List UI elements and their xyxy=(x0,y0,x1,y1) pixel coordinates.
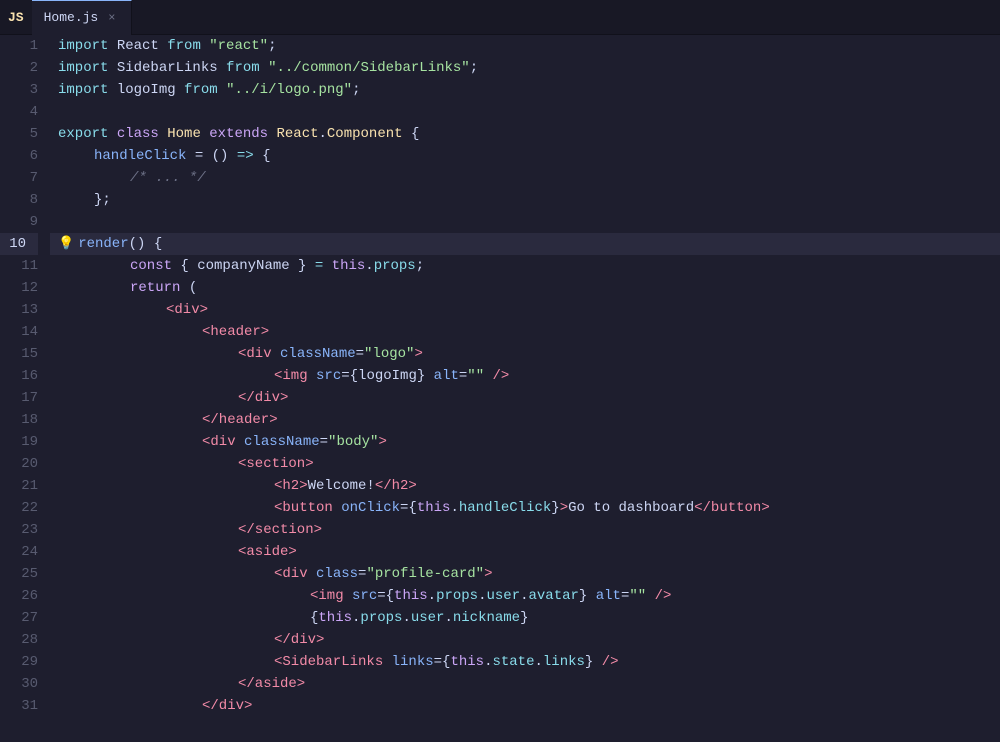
line-numbers: 1 2 3 4 5 6 7 8 9 10 11 12 13 14 15 16 1… xyxy=(0,35,50,742)
code-line-8: }; xyxy=(50,189,1000,211)
line-num-5: 5 xyxy=(0,123,38,145)
line-num-6: 6 xyxy=(0,145,38,167)
line-num-7: 7 xyxy=(0,167,38,189)
file-tab[interactable]: Home.js × xyxy=(32,0,133,35)
code-line-22: <button onClick={this.handleClick}>Go to… xyxy=(50,497,1000,519)
code-line-23: </section> xyxy=(50,519,1000,541)
line-num-20: 20 xyxy=(0,453,38,475)
line-num-28: 28 xyxy=(0,629,38,651)
line-num-26: 26 xyxy=(0,585,38,607)
line-num-22: 22 xyxy=(0,497,38,519)
code-line-31: </div> xyxy=(50,695,1000,717)
line-num-23: 23 xyxy=(0,519,38,541)
line-num-31: 31 xyxy=(0,695,38,717)
code-line-5: export class Home extends React.Componen… xyxy=(50,123,1000,145)
line-num-12: 12 xyxy=(0,277,38,299)
code-line-10: 💡render() { xyxy=(50,233,1000,255)
line-num-29: 29 xyxy=(0,651,38,673)
code-line-11: const { companyName } = this.props; xyxy=(50,255,1000,277)
line-num-15: 15 xyxy=(0,343,38,365)
line-num-14: 14 xyxy=(0,321,38,343)
tab-close-button[interactable]: × xyxy=(104,9,119,27)
code-line-30: </aside> xyxy=(50,673,1000,695)
line-num-4: 4 xyxy=(0,101,38,123)
code-line-29: <SidebarLinks links={this.state.links} /… xyxy=(50,651,1000,673)
code-line-13: <div> xyxy=(50,299,1000,321)
line-num-30: 30 xyxy=(0,673,38,695)
line-num-24: 24 xyxy=(0,541,38,563)
line-num-19: 19 xyxy=(0,431,38,453)
code-line-27: {this.props.user.nickname} xyxy=(50,607,1000,629)
code-line-19: <div className="body"> xyxy=(50,431,1000,453)
editor-container: 1 2 3 4 5 6 7 8 9 10 11 12 13 14 15 16 1… xyxy=(0,35,1000,742)
line-num-17: 17 xyxy=(0,387,38,409)
code-line-17: </div> xyxy=(50,387,1000,409)
line-num-25: 25 xyxy=(0,563,38,585)
code-line-20: <section> xyxy=(50,453,1000,475)
js-icon: JS xyxy=(0,10,32,25)
line-num-16: 16 xyxy=(0,365,38,387)
code-line-28: </div> xyxy=(50,629,1000,651)
code-line-16: <img src={logoImg} alt="" /> xyxy=(50,365,1000,387)
code-line-4 xyxy=(50,101,1000,123)
code-line-6: handleClick = () => { xyxy=(50,145,1000,167)
line-num-13: 13 xyxy=(0,299,38,321)
line-num-21: 21 xyxy=(0,475,38,497)
code-line-25: <div class="profile-card"> xyxy=(50,563,1000,585)
line-num-8: 8 xyxy=(0,189,38,211)
code-line-14: <header> xyxy=(50,321,1000,343)
code-area[interactable]: import React from "react"; import Sideba… xyxy=(50,35,1000,742)
code-line-21: <h2>Welcome!</h2> xyxy=(50,475,1000,497)
code-line-26: <img src={this.props.user.avatar} alt=""… xyxy=(50,585,1000,607)
line-num-2: 2 xyxy=(0,57,38,79)
code-line-3: import logoImg from "../i/logo.png"; xyxy=(50,79,1000,101)
code-line-12: return ( xyxy=(50,277,1000,299)
code-line-2: import SidebarLinks from "../common/Side… xyxy=(50,57,1000,79)
code-line-7: /* ... */ xyxy=(50,167,1000,189)
line-num-1: 1 xyxy=(0,35,38,57)
tab-label: Home.js xyxy=(44,10,99,25)
line-num-18: 18 xyxy=(0,409,38,431)
code-line-18: </header> xyxy=(50,409,1000,431)
code-line-24: <aside> xyxy=(50,541,1000,563)
line-num-3: 3 xyxy=(0,79,38,101)
code-line-1: import React from "react"; xyxy=(50,35,1000,57)
code-line-15: <div className="logo"> xyxy=(50,343,1000,365)
tab-bar: JS Home.js × xyxy=(0,0,1000,35)
line-num-27: 27 xyxy=(0,607,38,629)
line-num-9: 9 xyxy=(0,211,38,233)
line-num-10: 10 xyxy=(0,233,38,255)
line-num-11: 11 xyxy=(0,255,38,277)
code-line-9 xyxy=(50,211,1000,233)
